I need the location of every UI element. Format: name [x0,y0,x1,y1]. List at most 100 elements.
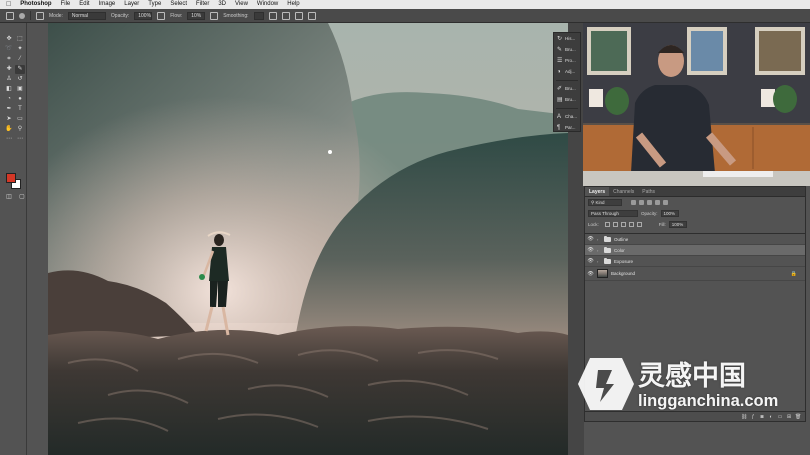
path-selection-icon[interactable]: ➤ [4,115,14,124]
brush-preset-icon[interactable] [19,12,25,19]
blur-tool-icon[interactable]: ◔ [4,95,14,104]
lock-pixels-icon[interactable] [612,222,618,227]
filter-pixel-icon[interactable] [631,200,636,205]
quick-mask-icon[interactable]: ◫ [4,193,14,202]
zoom-tool-icon[interactable]: ⚲ [15,125,25,134]
eraser-icon[interactable]: ◧ [4,85,14,94]
menu-view[interactable]: View [235,0,248,9]
clone-stamp-icon[interactable]: ♙ [4,75,14,84]
brush-angle-icon[interactable] [281,11,290,20]
lasso-tool-icon[interactable]: ➰ [4,45,14,54]
lock-position-icon[interactable] [620,222,626,227]
pressure-size-icon[interactable] [294,11,303,20]
panel-adjustments[interactable]: ◑ Adj... [554,66,580,77]
new-layer-icon[interactable]: ⊞ [786,414,792,420]
healing-brush-icon[interactable]: ✚ [4,65,14,74]
panel-brush-settings[interactable]: ✎ Bru... [554,44,580,55]
visibility-eye-icon[interactable]: 👁 [587,247,594,253]
panel-paragraph[interactable]: ¶ Par... [554,122,580,133]
layer-row-exposure[interactable]: 👁 › Exposure [585,256,805,267]
menu-filter[interactable]: Filter [196,0,209,9]
fill-field[interactable]: 100% [668,221,687,228]
lock-transparent-icon[interactable] [604,222,610,227]
menu-type[interactable]: Type [148,0,161,9]
document-canvas[interactable] [48,23,568,455]
dodge-tool-icon[interactable]: ● [15,95,25,104]
menu-edit[interactable]: Edit [79,0,89,9]
chevron-right-icon[interactable]: › [597,259,601,264]
new-adjustment-icon[interactable]: ◐ [768,414,774,420]
symmetry-icon[interactable] [307,11,316,20]
brush-tool-icon[interactable]: ✎ [15,65,25,74]
menu-layer[interactable]: Layer [124,0,139,9]
menu-help[interactable]: Help [287,0,299,9]
lock-all-icon[interactable] [636,222,642,227]
menu-app-photoshop[interactable]: Photoshop [20,0,51,9]
filter-type-icon[interactable] [647,200,652,205]
layer-style-icon[interactable]: ƒ [750,414,756,420]
menu-3d[interactable]: 3D [218,0,226,9]
history-brush-icon[interactable]: ↺ [15,75,25,84]
new-group-icon[interactable]: ▭ [777,414,783,420]
layer-opacity-field[interactable]: 100% [660,210,679,217]
crop-tool-icon[interactable]: ⌗ [4,55,14,64]
tab-channels[interactable]: Channels [609,187,638,196]
pen-tool-icon[interactable]: ✒ [4,105,14,114]
menu-select[interactable]: Select [170,0,187,9]
brush-settings-icon[interactable] [36,11,44,20]
delete-layer-icon[interactable]: 🗑 [795,414,801,420]
shape-tool-icon[interactable]: ▭ [15,115,25,124]
smoothing-field[interactable] [253,11,264,20]
layers-panel: Layers Channels Paths ⚲ Kind Pass Throug… [584,186,806,422]
layer-row-color[interactable]: 👁 › Color [585,245,805,256]
move-tool-icon[interactable]: ✥ [4,35,14,44]
opacity-field[interactable]: 100% [134,11,153,20]
panel-properties[interactable]: ☰ Pro... [554,55,580,66]
layer-row-outline[interactable]: 👁 › Outline [585,234,805,245]
chevron-right-icon[interactable]: › [597,248,601,253]
apple-menu-icon[interactable]:  [6,0,11,9]
mode-select[interactable]: Normal [67,11,106,20]
filter-smart-object-icon[interactable] [663,200,668,205]
screen-mode-icon[interactable]: ▢ [17,193,27,202]
blend-opacity-row: Pass Through Opacity: 100% [585,208,805,219]
panel-brushes[interactable]: ✐ Bru... [554,83,580,94]
flow-field[interactable]: 10% [187,11,206,20]
smoothing-options-gear-icon[interactable] [268,11,277,20]
panel-history[interactable]: ↻ His... [554,33,580,44]
filter-shape-icon[interactable] [655,200,660,205]
menu-image[interactable]: Image [99,0,116,9]
blend-mode-select[interactable]: Pass Through [588,210,638,217]
chevron-right-icon[interactable]: › [597,237,601,242]
edit-toolbar-icon[interactable]: ⋯ [4,135,14,144]
visibility-eye-icon[interactable]: 👁 [587,236,594,242]
link-layers-icon[interactable]: ⛓ [741,414,747,420]
magic-wand-icon[interactable]: ✦ [15,45,25,54]
foreground-color-swatch[interactable] [6,173,16,183]
filter-adjustment-icon[interactable] [639,200,644,205]
flow-label: Flow: [170,12,183,19]
lock-artboard-icon[interactable] [628,222,634,227]
lock-icon[interactable]: 🔒 [791,271,797,277]
menu-window[interactable]: Window [257,0,278,9]
visibility-eye-icon[interactable]: 👁 [587,271,594,277]
add-mask-icon[interactable]: ◙ [759,414,765,420]
panel-character[interactable]: A Cha... [554,111,580,122]
tab-paths[interactable]: Paths [638,187,659,196]
pressure-opacity-icon[interactable] [157,11,166,20]
airbrush-icon[interactable] [210,11,219,20]
visibility-eye-icon[interactable]: 👁 [587,258,594,264]
home-icon[interactable] [6,11,14,20]
menu-file[interactable]: File [61,0,71,9]
layer-row-background[interactable]: 👁 Background 🔒 [585,267,805,281]
filter-kind-select[interactable]: ⚲ Kind [588,199,622,206]
gradient-tool-icon[interactable]: ▣ [15,85,25,94]
panel-brush-presets[interactable]: ▤ Bru... [554,94,580,105]
tab-layers[interactable]: Layers [585,187,610,196]
marquee-tool-icon[interactable]: ⬚ [15,35,25,44]
extra-tool-icon[interactable]: ⋯ [15,135,25,144]
type-tool-icon[interactable]: T [15,105,25,114]
color-swatches[interactable] [6,173,24,191]
hand-tool-icon[interactable]: ✋ [4,125,14,134]
eyedropper-icon[interactable]: ⁄ [15,55,25,64]
